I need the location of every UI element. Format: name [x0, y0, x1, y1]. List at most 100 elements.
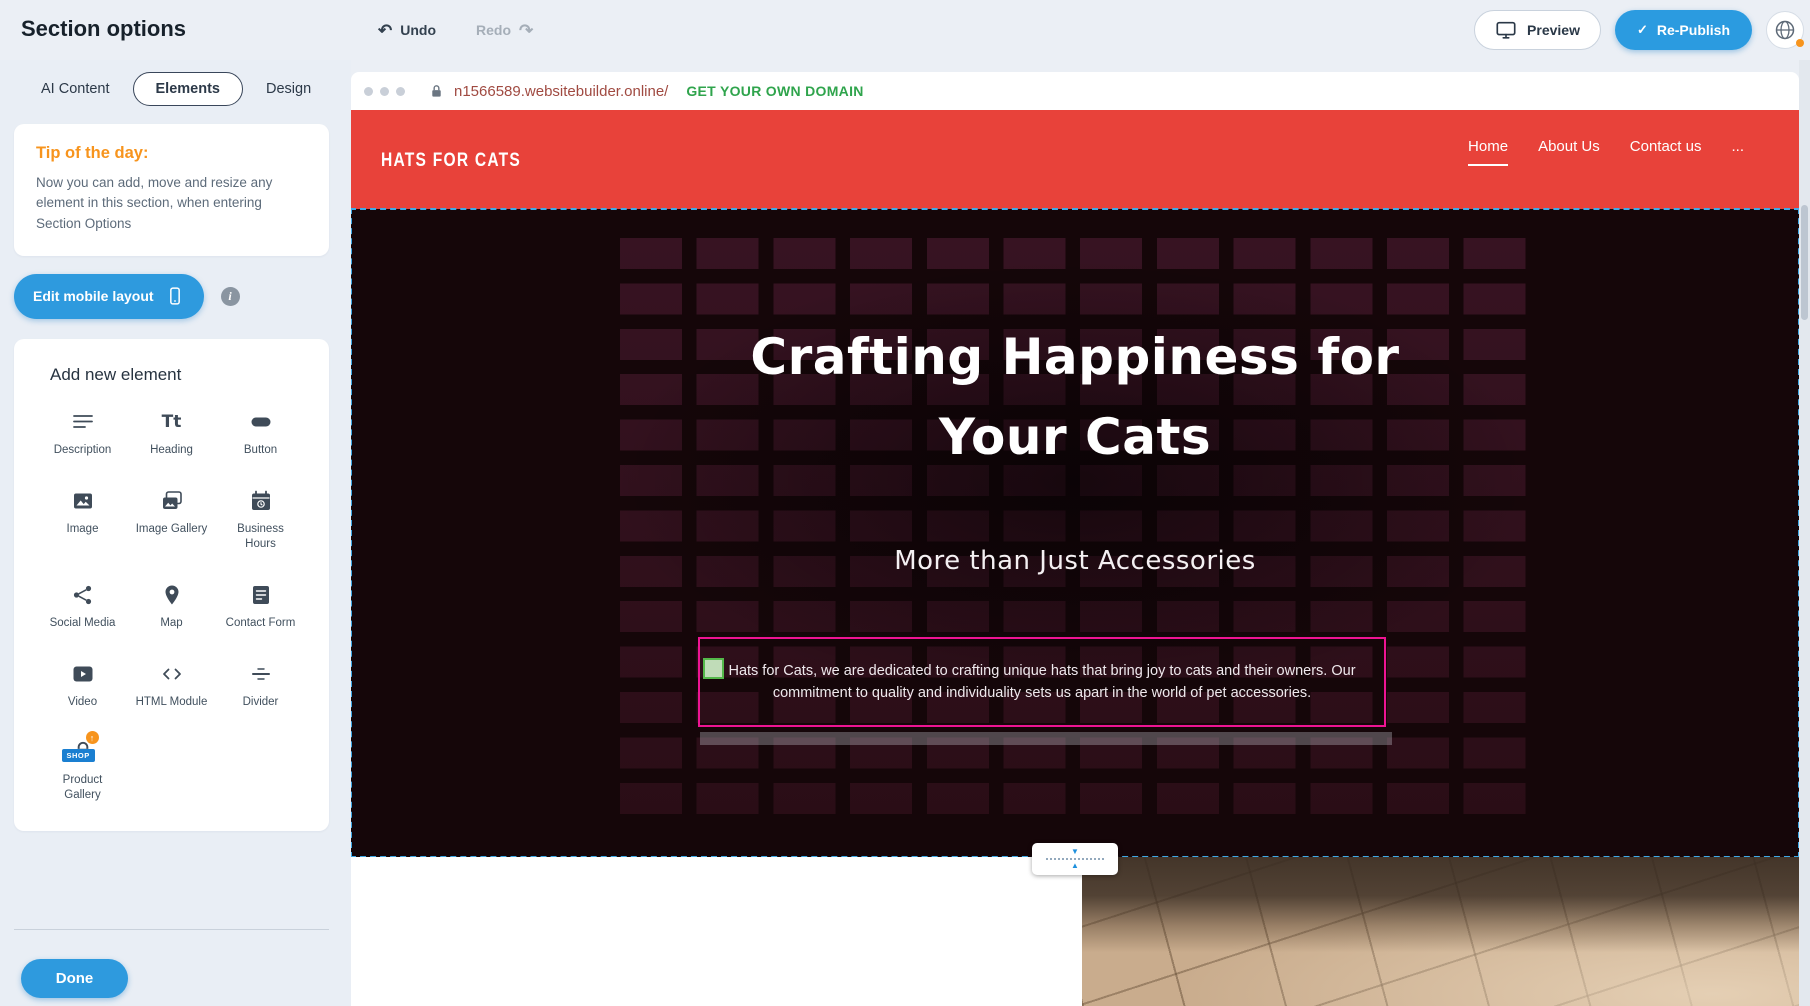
- description-icon: [71, 409, 95, 435]
- hero-heading-line1: Crafting Happiness for: [351, 317, 1799, 397]
- element-label: Button: [244, 443, 277, 458]
- get-domain-link[interactable]: GET YOUR OWN DOMAIN: [686, 83, 863, 99]
- element-item-social-media[interactable]: Social Media: [38, 582, 127, 631]
- browser-dot: [396, 87, 405, 96]
- undo-button[interactable]: ↶ Undo: [378, 22, 436, 39]
- site-canvas: n1566589.websitebuilder.online/ GET YOUR…: [351, 60, 1810, 1006]
- section-options-sidebar: AI Content Elements Design Tip of the da…: [0, 60, 351, 1006]
- element-label: Divider: [243, 695, 279, 710]
- hero-subheading[interactable]: More than Just Accessories: [351, 546, 1799, 576]
- redo-button[interactable]: Redo ↷: [476, 22, 533, 39]
- nav-item-home[interactable]: Home: [1468, 138, 1508, 166]
- hero-paragraph-text: Hats for Cats, we are dedicated to craft…: [710, 660, 1374, 705]
- element-label: Business Hours: [225, 522, 297, 552]
- preview-label: Preview: [1527, 22, 1580, 38]
- lock-icon: [429, 83, 444, 99]
- page-title: Section options: [21, 16, 186, 42]
- scrollbar-track: [1799, 60, 1810, 1006]
- done-button[interactable]: Done: [21, 959, 128, 998]
- element-label: Image: [67, 522, 99, 537]
- heading-icon: Tt: [162, 409, 182, 435]
- republish-button[interactable]: ✓ Re-Publish: [1615, 10, 1752, 50]
- site-header: HATS FOR CATS Home About Us Contact us .…: [351, 110, 1799, 209]
- next-section: [351, 857, 1799, 1006]
- redo-label: Redo: [476, 22, 511, 38]
- element-label: Heading: [150, 443, 193, 458]
- hero-paragraph-selected[interactable]: Hats for Cats, we are dedicated to craft…: [698, 637, 1386, 727]
- site-nav: Home About Us Contact us ...: [1468, 138, 1744, 166]
- floor-photo: [1082, 857, 1799, 1006]
- element-label: Product Gallery: [47, 773, 119, 803]
- nav-more-ellipsis[interactable]: ...: [1731, 138, 1744, 164]
- mobile-phone-icon: [165, 285, 185, 307]
- tab-elements[interactable]: Elements: [133, 72, 243, 106]
- tab-ai-content[interactable]: AI Content: [28, 72, 123, 106]
- tip-of-the-day-card: Tip of the day: Now you can add, move an…: [14, 124, 329, 256]
- hero-heading[interactable]: Crafting Happiness for Your Cats: [351, 317, 1799, 477]
- hero-section-selected[interactable]: Crafting Happiness for Your Cats More th…: [351, 209, 1799, 857]
- nav-item-about[interactable]: About Us: [1538, 138, 1600, 164]
- language-globe-button[interactable]: [1766, 11, 1804, 49]
- element-label: Video: [68, 695, 97, 710]
- globe-icon: [1773, 18, 1797, 42]
- sidebar-tabs: AI Content Elements Design: [0, 60, 351, 106]
- element-item-heading[interactable]: Tt Heading: [127, 409, 216, 458]
- mobile-layout-row: Edit mobile layout i: [14, 274, 329, 319]
- resize-dotted-line: [1046, 858, 1104, 860]
- product-gallery-icon: SHOP ↑: [70, 739, 96, 765]
- element-grid: Description Tt Heading Button Image: [14, 385, 329, 804]
- site-url: n1566589.websitebuilder.online/: [454, 83, 668, 100]
- scrollbar-thumb[interactable]: [1801, 205, 1808, 320]
- element-label: Map: [160, 616, 182, 631]
- sidebar-divider: [14, 929, 329, 930]
- site-logo[interactable]: HATS FOR CATS: [381, 150, 521, 172]
- shop-badge: SHOP: [62, 749, 95, 762]
- element-item-button[interactable]: Button: [216, 409, 305, 458]
- hero-shade-overlay: [351, 209, 1799, 857]
- undo-label: Undo: [400, 22, 436, 38]
- nav-item-contact[interactable]: Contact us: [1630, 138, 1702, 164]
- element-item-html-module[interactable]: HTML Module: [127, 661, 216, 710]
- drag-handle[interactable]: [703, 658, 724, 679]
- republish-label: Re-Publish: [1657, 22, 1730, 38]
- map-icon: [160, 582, 184, 608]
- element-item-business-hours[interactable]: Business Hours: [216, 488, 305, 552]
- top-bar: Section options ↶ Undo Redo ↷ Preview ✓ …: [0, 0, 1810, 60]
- element-item-map[interactable]: Map: [127, 582, 216, 631]
- preview-button[interactable]: Preview: [1474, 10, 1601, 50]
- image-icon: [71, 488, 95, 514]
- undo-icon: ↶: [378, 22, 392, 39]
- top-bar-actions: Preview ✓ Re-Publish: [1474, 0, 1810, 60]
- arrow-down-icon: ▼: [1071, 848, 1079, 856]
- element-item-contact-form[interactable]: Contact Form: [216, 582, 305, 631]
- tip-title: Tip of the day:: [36, 144, 307, 163]
- element-item-divider[interactable]: Divider: [216, 661, 305, 710]
- element-item-image[interactable]: Image: [38, 488, 127, 552]
- edit-mobile-layout-button[interactable]: Edit mobile layout: [14, 274, 204, 319]
- tab-design[interactable]: Design: [253, 72, 324, 106]
- element-label: Contact Form: [226, 616, 296, 631]
- monitor-icon: [1495, 19, 1517, 41]
- browser-dots: [351, 87, 405, 96]
- browser-dot: [364, 87, 373, 96]
- ghost-element-bar: [700, 732, 1392, 745]
- element-item-description[interactable]: Description: [38, 409, 127, 458]
- section-resize-handle[interactable]: ▼ ▲: [1032, 843, 1118, 875]
- history-controls: ↶ Undo Redo ↷: [378, 0, 533, 60]
- hero-heading-line2: Your Cats: [351, 397, 1799, 477]
- button-icon: [249, 409, 273, 435]
- social-media-icon: [71, 582, 95, 608]
- business-hours-icon: [249, 488, 273, 514]
- video-icon: [71, 661, 95, 687]
- html-code-icon: [160, 661, 184, 687]
- edit-mobile-label: Edit mobile layout: [33, 288, 154, 304]
- upgrade-badge-icon: ↑: [86, 731, 99, 744]
- info-icon[interactable]: i: [221, 287, 240, 306]
- notification-dot: [1796, 39, 1804, 47]
- element-label: Social Media: [50, 616, 116, 631]
- element-item-product-gallery[interactable]: SHOP ↑ Product Gallery: [38, 739, 127, 803]
- element-label: Image Gallery: [136, 522, 208, 537]
- element-item-image-gallery[interactable]: Image Gallery: [127, 488, 216, 552]
- element-item-video[interactable]: Video: [38, 661, 127, 710]
- element-label: HTML Module: [136, 695, 208, 710]
